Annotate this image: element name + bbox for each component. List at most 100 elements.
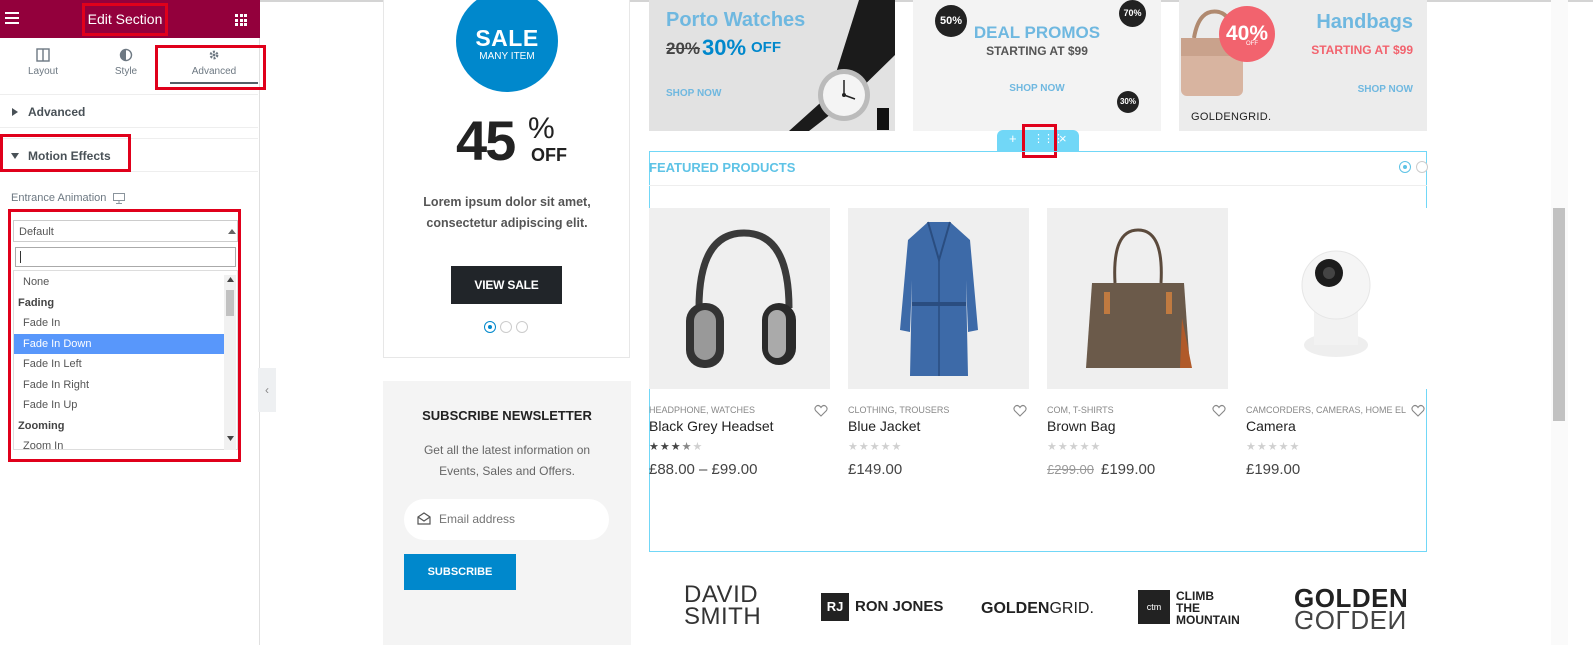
product-old-price: £299.00 [1047, 462, 1094, 477]
sale-badge-subtitle: MANY ITEM [479, 51, 535, 62]
desktop-icon[interactable] [113, 193, 125, 204]
golden-bottom-mirrored: GOLDEN [1294, 605, 1407, 635]
product-price: £199.00 [1101, 461, 1156, 478]
widgets-grid-icon[interactable] [235, 14, 247, 26]
editor-sidebar: Edit Section Layout Style Advanced Advan… [0, 0, 266, 645]
ron-jones-logo: RJ [821, 593, 849, 621]
star-icon: ★ [858, 441, 870, 453]
slider-dot-active[interactable] [484, 321, 496, 333]
highlight-box [155, 45, 266, 90]
camera-image [1301, 250, 1371, 357]
product-image-bag[interactable] [1047, 208, 1228, 389]
product-category[interactable]: COM, T-SHIRTS [1047, 405, 1207, 415]
wishlist-heart-icon[interactable] [1411, 404, 1425, 418]
product-name[interactable]: Brown Bag [1047, 418, 1115, 434]
slider-dot[interactable] [516, 321, 528, 333]
handbags-brand: GOLDENGRID. [1191, 111, 1272, 123]
handbag-discount-off: OFF [1246, 41, 1258, 47]
sale-percent-value: 45 [456, 109, 516, 172]
highlight-box [8, 209, 241, 462]
deal-promos-subtitle: STARTING AT $99 [986, 44, 1088, 58]
product-name[interactable]: Camera [1246, 418, 1296, 434]
product-category[interactable]: CLOTHING, TROUSERS [848, 405, 1008, 415]
divider [649, 185, 1427, 186]
carousel-dot[interactable] [1416, 161, 1428, 173]
subscribe-button[interactable]: SUBSCRIBE [404, 554, 516, 590]
rating-stars: ★★★★★ [649, 440, 703, 453]
tab-layout[interactable]: Layout [0, 44, 86, 86]
sale-percent-sign: % [528, 112, 555, 145]
star-icon: ★ [1057, 441, 1069, 453]
star-icon: ★ [891, 441, 903, 453]
collapse-panel-button[interactable]: ‹ [258, 368, 276, 412]
star-icon: ★ [880, 441, 892, 453]
envelope-icon [417, 512, 431, 525]
ctm-line3: MOUNTAIN [1176, 613, 1240, 627]
star-icon: ★ [1068, 441, 1080, 453]
star-icon: ★ [670, 441, 682, 453]
product-price-row: £88.00 – £99.00 [649, 461, 757, 478]
product-name[interactable]: Black Grey Headset [649, 418, 774, 434]
edit-section-title: Edit Section [82, 3, 168, 36]
wishlist-heart-icon[interactable] [814, 404, 828, 418]
deal-promos-title: DEAL PROMOS [973, 23, 1101, 42]
star-icon: ★ [1289, 441, 1301, 453]
brand-golden[interactable]: GOLDEN GOLDEN [1294, 585, 1408, 635]
hamburger-menu-icon[interactable] [5, 12, 19, 24]
product-price: £88.00 – £99.00 [649, 461, 758, 478]
product-category[interactable]: CAMCORDERS, CAMERAS, HOME EL... [1246, 405, 1406, 415]
banner-watches-new-discount: 30% [702, 35, 747, 60]
banner-watches-title: Porto Watches [666, 9, 806, 31]
product-image-jacket[interactable] [848, 208, 1029, 389]
product-name[interactable]: Blue Jacket [848, 418, 920, 434]
email-field[interactable] [404, 499, 609, 540]
product-price-row: £299.00 £199.00 [1047, 461, 1155, 478]
add-section-icon[interactable]: + [1009, 131, 1017, 146]
product-category[interactable]: HEADPHONE, WATCHES [649, 405, 809, 415]
section-advanced[interactable]: Advanced [0, 94, 258, 128]
slider-dot[interactable] [500, 321, 512, 333]
banner-watches-old-discount: 20% [666, 39, 701, 58]
handbags-subtitle: STARTING AT $99 [1311, 43, 1413, 57]
sale-off-label: OFF [531, 145, 567, 165]
product-image-camera[interactable] [1246, 208, 1427, 389]
carousel-dot-active[interactable] [1399, 161, 1411, 173]
brand-david-smith[interactable]: DAVID SMITH [684, 583, 761, 629]
product-price: £149.00 [848, 461, 903, 478]
page-scroll-thumb[interactable] [1553, 208, 1565, 421]
wishlist-heart-icon[interactable] [1013, 404, 1027, 418]
wishlist-heart-icon[interactable] [1212, 404, 1226, 418]
contrast-icon [119, 48, 133, 62]
section-advanced-label: Advanced [28, 105, 86, 119]
star-icon: ★ [1090, 441, 1102, 453]
star-icon: ★ [681, 441, 693, 453]
ron-jones-label: RON JONES [855, 598, 944, 615]
rating-stars: ★★★★★ [1246, 440, 1300, 453]
banner-watches-link[interactable]: SHOP NOW [666, 88, 721, 99]
star-icon: ★ [649, 441, 660, 453]
view-sale-button[interactable]: VIEW SALE [451, 266, 562, 304]
banner-deal-promos[interactable]: 50% 70% DEAL PROMOS STARTING AT $99 SHOP… [913, 0, 1161, 131]
brand-goldengrid[interactable]: GOLDENGRID. [981, 600, 1094, 618]
newsletter-title: SUBSCRIBE NEWSLETTER [422, 408, 592, 423]
banner-watches[interactable]: Porto Watches 20% 30% OFF SHOP NOW [649, 0, 895, 131]
banner-handbags[interactable]: 40% OFF Handbags STARTING AT $99 SHOP NO… [1179, 0, 1427, 131]
columns-icon [36, 48, 50, 62]
tab-layout-label: Layout [27, 66, 59, 77]
sale-description: Lorem ipsum dolor sit amet, consectetur … [423, 195, 591, 230]
product-price-row: £199.00 [1246, 461, 1300, 478]
star-icon: ★ [1256, 441, 1268, 453]
tab-style-label: Style [114, 66, 138, 77]
newsletter-description: Get all the latest information on Events… [423, 443, 591, 478]
product-image-headset[interactable] [649, 208, 830, 389]
star-icon: ★ [848, 441, 859, 453]
star-icon: ★ [1079, 441, 1091, 453]
sale-percent: 45 % OFF [456, 108, 567, 172]
bag-image [1086, 228, 1192, 368]
rating-stars: ★★★★★ [1047, 440, 1101, 453]
handbags-link[interactable]: SHOP NOW [1329, 84, 1413, 95]
close-section-icon[interactable]: × [1059, 131, 1067, 146]
star-icon: ★ [1278, 441, 1290, 453]
caret-right-icon [12, 108, 18, 116]
product-price-row: £149.00 [848, 461, 902, 478]
